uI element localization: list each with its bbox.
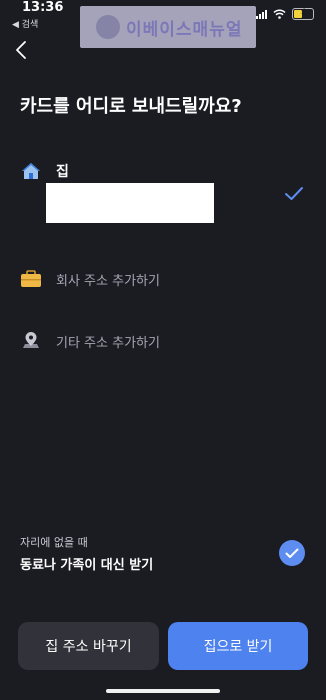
home-indicator [106, 689, 220, 693]
option-home[interactable]: 집 [20, 160, 69, 182]
option-other-label: 기타 주소 추가하기 [56, 335, 160, 351]
watermark-text: 이베이스매뉴얼 [126, 19, 243, 40]
wifi-icon [273, 9, 286, 19]
status-icons: ⚡ [256, 7, 314, 20]
map-pin-icon [20, 330, 42, 352]
battery-icon: ⚡ [292, 7, 314, 20]
proxy-caption: 자리에 없을 때 [20, 536, 88, 549]
back-chevron-icon[interactable] [12, 40, 32, 60]
checkmark-icon[interactable] [284, 186, 304, 202]
proxy-receive-label: 동료나 가족이 대신 받기 [20, 558, 154, 573]
house-icon [20, 160, 42, 182]
briefcase-icon [20, 268, 42, 290]
watermark-logo-icon [96, 15, 120, 39]
change-home-address-button[interactable]: 집 주소 바꾸기 [18, 622, 159, 670]
status-time: 13:36 [22, 0, 64, 15]
watermark: 이베이스매뉴얼 [80, 6, 256, 48]
option-other[interactable]: 기타 주소 추가하기 [20, 330, 160, 352]
option-company-label: 회사 주소 추가하기 [56, 273, 160, 289]
signal-icon [256, 9, 267, 19]
redacted-address [46, 183, 214, 223]
back-to-app-link[interactable]: ◀ 검색 [12, 17, 38, 30]
proxy-receive-checkbox[interactable] [279, 540, 305, 566]
check-icon [285, 548, 299, 558]
option-home-label: 집 [56, 164, 69, 180]
receive-at-home-button[interactable]: 집으로 받기 [168, 622, 308, 670]
page-title: 카드를 어디로 보내드릴까요? [20, 96, 242, 117]
option-company[interactable]: 회사 주소 추가하기 [20, 268, 160, 290]
